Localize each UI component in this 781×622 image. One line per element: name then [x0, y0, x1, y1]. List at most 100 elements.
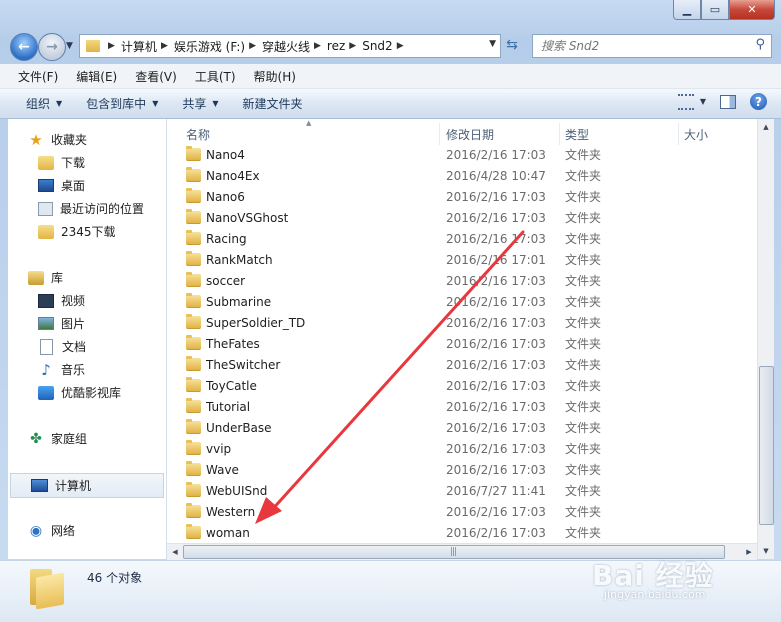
table-row[interactable]: Tutorial 2016/2/16 17:03 文件夹	[167, 396, 757, 417]
table-row[interactable]: Nano4Ex 2016/4/28 10:47 文件夹	[167, 165, 757, 186]
new-folder-button[interactable]: 新建文件夹	[235, 95, 311, 112]
nav-pictures[interactable]: 图片	[8, 312, 166, 335]
maximize-button[interactable]: ▭	[701, 0, 729, 20]
table-row[interactable]: WebUISnd 2016/7/27 11:41 文件夹	[167, 480, 757, 501]
back-button[interactable]: ←	[10, 33, 38, 61]
table-row[interactable]: Submarine 2016/2/16 17:03 文件夹	[167, 291, 757, 312]
nav-libraries[interactable]: 库	[8, 266, 166, 289]
table-row[interactable]: TheFates 2016/2/16 17:03 文件夹	[167, 333, 757, 354]
nav-favorites[interactable]: ★ 收藏夹	[8, 128, 166, 151]
menu-help[interactable]: 帮助(H)	[248, 68, 302, 85]
nav-documents[interactable]: 文档	[8, 335, 166, 358]
preview-pane-icon[interactable]	[720, 94, 736, 109]
breadcrumb-cf[interactable]: 穿越火线 ▶	[262, 38, 327, 55]
search-icon[interactable]: ⚲	[755, 37, 765, 52]
breadcrumb-computer[interactable]: 计算机 ▶	[121, 38, 174, 55]
homegroup-icon: ✤	[30, 430, 42, 447]
nav-computer[interactable]: 计算机	[10, 473, 164, 498]
file-type: 文件夹	[565, 421, 602, 435]
file-date: 2016/2/16 17:03	[446, 525, 546, 540]
view-dropdown[interactable]: ▼	[700, 97, 706, 106]
column-label: 名称	[186, 127, 211, 142]
nav-videos[interactable]: 视频	[8, 289, 166, 312]
scroll-right-button[interactable]: ▶	[741, 544, 757, 560]
minimize-button[interactable]: ▁	[673, 0, 701, 20]
table-row[interactable]: vvip 2016/2/16 17:03 文件夹	[167, 438, 757, 459]
youku-library-icon	[38, 385, 54, 400]
close-button[interactable]: ✕	[729, 0, 775, 20]
menu-file[interactable]: 文件(F)	[12, 68, 64, 85]
scroll-down-button[interactable]: ▼	[758, 543, 774, 559]
table-row[interactable]: Racing 2016/2/16 17:03 文件夹	[167, 228, 757, 249]
nav-desktop[interactable]: 桌面	[8, 174, 166, 197]
object-count: 46 个对象	[87, 571, 143, 585]
nav-network[interactable]: ◉ 网络	[8, 519, 166, 542]
table-row[interactable]: ToyCatle 2016/2/16 17:03 文件夹	[167, 375, 757, 396]
arrow-right-icon: →	[46, 39, 58, 55]
desktop-icon	[38, 179, 54, 192]
breadcrumb-snd2[interactable]: Snd2 ▶	[362, 39, 409, 53]
folder-icon	[186, 209, 201, 224]
column-size[interactable]: 大小	[680, 123, 757, 145]
folder-icon	[186, 419, 201, 434]
breadcrumb-root-arrow[interactable]: ▶	[104, 41, 121, 51]
column-type[interactable]: 类型	[561, 123, 679, 145]
download-folder-icon	[38, 155, 54, 170]
menu-edit[interactable]: 编辑(E)	[70, 68, 123, 85]
table-row[interactable]: Western 2016/2/16 17:03 文件夹	[167, 501, 757, 522]
column-label: 修改日期	[446, 127, 495, 142]
table-row[interactable]: TheSwitcher 2016/2/16 17:03 文件夹	[167, 354, 757, 375]
network-section: ◉ 网络	[8, 519, 166, 542]
file-type: 文件夹	[565, 211, 602, 225]
file-name: NanoVSGhost	[206, 210, 289, 225]
recent-pages-dropdown[interactable]: ▼	[66, 41, 73, 51]
organize-button[interactable]: 组织 ▼	[18, 95, 70, 112]
include-library-button[interactable]: 包含到库中 ▼	[78, 95, 166, 112]
table-row[interactable]: NanoVSGhost 2016/2/16 17:03 文件夹	[167, 207, 757, 228]
scroll-up-button[interactable]: ▲	[758, 119, 774, 135]
table-row[interactable]: UnderBase 2016/2/16 17:03 文件夹	[167, 417, 757, 438]
menu-view[interactable]: 查看(V)	[129, 68, 183, 85]
table-row[interactable]: Wave 2016/2/16 17:03 文件夹	[167, 459, 757, 480]
file-date: 2016/2/16 17:03	[446, 441, 546, 456]
file-name: Tutorial	[206, 399, 251, 414]
large-folder-icon	[28, 569, 64, 610]
nav-downloads[interactable]: 下载	[8, 151, 166, 174]
file-type: 文件夹	[565, 232, 602, 246]
nav-recent-places[interactable]: 最近访问的位置	[8, 197, 166, 220]
scroll-left-button[interactable]: ◀	[167, 544, 183, 560]
nav-homegroup[interactable]: ✤ 家庭组	[8, 427, 166, 450]
forward-button[interactable]: →	[38, 33, 66, 61]
view-list-icon[interactable]	[677, 93, 694, 110]
table-row[interactable]: woman 2016/2/16 17:03 文件夹	[167, 522, 757, 543]
vertical-scroll-thumb[interactable]	[759, 366, 774, 525]
picture-icon	[38, 317, 54, 330]
arrow-left-icon: ←	[18, 39, 30, 55]
navigation-bar: ← → ▼ ▶ 计算机 ▶ 娱乐游戏 (F:) ▶ 穿越火线 ▶ rez ▶ Snd2 ▶…	[0, 30, 781, 62]
share-button[interactable]: 共享 ▼	[174, 95, 226, 112]
column-date[interactable]: 修改日期	[442, 123, 560, 145]
column-name[interactable]: 名称	[182, 123, 440, 145]
nav-youku[interactable]: 优酷影视库	[8, 381, 166, 404]
refresh-button[interactable]: ⇆	[502, 35, 522, 55]
address-bar[interactable]: ▶ 计算机 ▶ 娱乐游戏 (F:) ▶ 穿越火线 ▶ rez ▶ Snd2 ▶ ▼	[79, 34, 501, 58]
breadcrumb-rez[interactable]: rez ▶	[327, 39, 362, 53]
file-name: TheSwitcher	[206, 357, 281, 372]
table-row[interactable]: Nano4 2016/2/16 17:03 文件夹	[167, 144, 757, 165]
address-history-dropdown[interactable]: ▼	[489, 39, 496, 49]
nav-2345-downloads[interactable]: 2345下载	[8, 220, 166, 243]
folder-icon	[186, 146, 201, 161]
table-row[interactable]: RankMatch 2016/2/16 17:01 文件夹	[167, 249, 757, 270]
vertical-scrollbar[interactable]: ▲ ▼	[757, 119, 774, 559]
help-icon[interactable]: ?	[750, 93, 767, 110]
nav-music[interactable]: ♪ 音乐	[8, 358, 166, 381]
table-row[interactable]: SuperSoldier_TD 2016/2/16 17:03 文件夹	[167, 312, 757, 333]
search-input[interactable]	[539, 38, 743, 54]
file-name: WebUISnd	[206, 483, 268, 498]
table-row[interactable]: soccer 2016/2/16 17:03 文件夹	[167, 270, 757, 291]
menu-tools[interactable]: 工具(T)	[189, 68, 242, 85]
column-header: 名称 修改日期 类型 大小	[167, 123, 757, 145]
table-row[interactable]: Nano6 2016/2/16 17:03 文件夹	[167, 186, 757, 207]
nav-label: 优酷影视库	[61, 386, 122, 400]
breadcrumb-drive[interactable]: 娱乐游戏 (F:) ▶	[174, 38, 262, 55]
